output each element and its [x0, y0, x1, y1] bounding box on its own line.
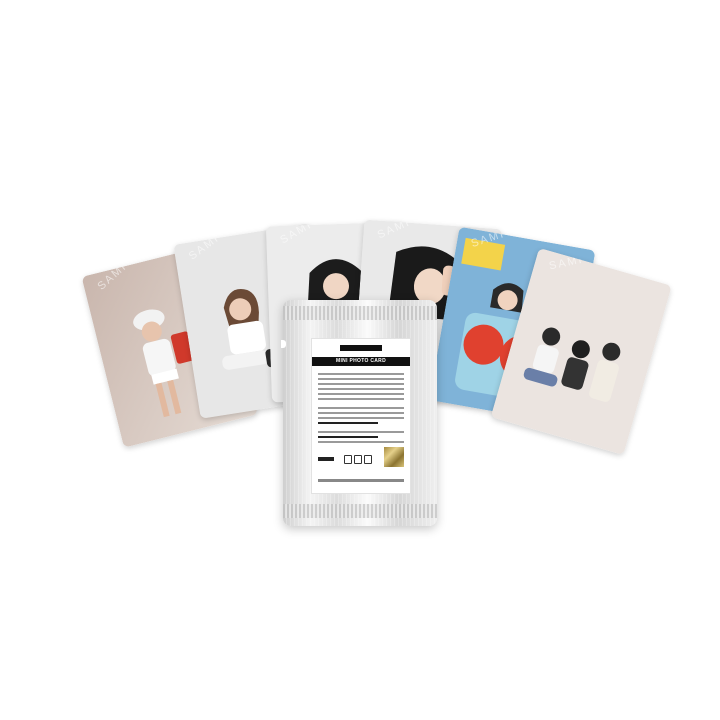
label-text-line — [318, 441, 404, 443]
label-text-line — [318, 436, 378, 438]
recycling-symbols — [344, 455, 380, 465]
label-text-line — [318, 431, 404, 433]
label-text-line — [318, 373, 404, 375]
label-text-line — [318, 383, 404, 385]
tear-notch — [281, 340, 286, 348]
label-title: MINI PHOTO CARD — [312, 357, 410, 366]
hologram-sticker — [384, 447, 404, 467]
recycle-icon — [354, 455, 362, 464]
recycle-icon — [344, 455, 352, 464]
label-text-line — [318, 378, 404, 380]
label-text-line — [318, 422, 378, 424]
label-footer-text — [318, 479, 404, 482]
label-text-line — [318, 417, 404, 419]
photo-card-pouch: MINI PHOTO CARD — [281, 300, 437, 526]
label-text-line — [318, 393, 404, 395]
label-brand-mark — [318, 457, 334, 461]
pouch-seal-bottom — [283, 504, 437, 518]
pouch-label: MINI PHOTO CARD — [311, 338, 411, 494]
pouch-seal-top — [283, 306, 437, 320]
label-text-line — [318, 412, 404, 414]
recycle-icon — [364, 455, 372, 464]
label-text-line — [318, 388, 404, 390]
label-text-line — [318, 398, 404, 400]
product-image: SAMPLE SAMPLE SAMPLE SAMPLE SAMPLE MINI … — [0, 0, 720, 720]
label-text-line — [318, 407, 404, 409]
brand-logo — [340, 345, 382, 351]
